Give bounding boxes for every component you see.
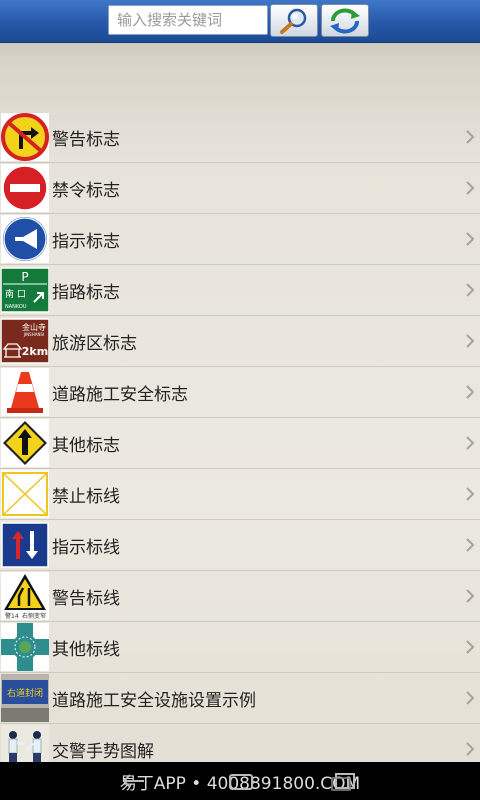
chevron-right-icon	[466, 691, 475, 705]
horn-sign-icon	[1, 215, 49, 263]
chevron-right-icon	[466, 181, 475, 195]
list-item-guide-signs[interactable]: P 南 口 NANKOU 指路标志	[0, 265, 480, 316]
search-input[interactable]	[108, 5, 268, 35]
two-way-arrows-sign-icon	[1, 521, 49, 569]
chevron-right-icon	[466, 436, 475, 450]
roadwork-board-icon: 右道封闭	[1, 674, 49, 722]
lane-merge-warning-icon: 警14 右侧变窄	[1, 572, 49, 620]
refresh-icon	[330, 8, 360, 33]
svg-text:P: P	[21, 270, 28, 284]
home-nav-icon[interactable]	[224, 770, 258, 792]
roundabout-marking-icon	[1, 623, 49, 671]
list-item-indication-markings[interactable]: 指示标线	[0, 520, 480, 571]
list-item-tourist-signs[interactable]: 金山寺 JINSHANSI 2km 旅游区标志	[0, 316, 480, 367]
list-item-label: 旅游区标志	[52, 333, 137, 354]
chevron-right-icon	[466, 283, 475, 297]
list-item-label: 警告标志	[52, 129, 120, 150]
diamond-arrow-sign-icon	[1, 419, 49, 467]
list-item-other-markings[interactable]: 其他标线	[0, 622, 480, 673]
chevron-right-icon	[466, 334, 475, 348]
chevron-right-icon	[466, 589, 475, 603]
chevron-right-icon	[466, 640, 475, 654]
category-list: 警告标志 禁令标志 指示标志 P 南 口 NANKOU 指路标志 金山寺 JIN…	[0, 112, 480, 775]
svg-text:金山寺: 金山寺	[22, 322, 46, 332]
list-item-label: 禁止标线	[52, 486, 120, 507]
chevron-right-icon	[466, 385, 475, 399]
list-item-label: 指示标线	[52, 537, 120, 558]
tourist-sign-icon: 金山寺 JINSHANSI 2km	[1, 317, 49, 365]
traffic-cone-icon	[1, 368, 49, 416]
svg-text:南 口: 南 口	[5, 288, 26, 300]
list-item-prohibition-markings[interactable]: 禁止标线	[0, 469, 480, 520]
svg-text:右侧变窄: 右侧变窄	[22, 612, 46, 620]
list-item-mandatory-signs[interactable]: 指示标志	[0, 214, 480, 265]
chevron-right-icon	[466, 130, 475, 144]
yellow-cross-marking-icon	[1, 470, 49, 518]
chevron-right-icon	[466, 742, 475, 756]
list-item-label: 禁令标志	[52, 180, 120, 201]
guide-sign-icon: P 南 口 NANKOU	[1, 266, 49, 314]
svg-text:JINSHANSI: JINSHANSI	[23, 332, 44, 337]
list-item-label: 指示标志	[52, 231, 120, 252]
list-item-roadwork-examples[interactable]: 右道封闭 道路施工安全设施设置示例	[0, 673, 480, 724]
list-item-label: 指路标志	[52, 282, 120, 303]
list-item-warning-markings[interactable]: 警14 右侧变窄 警告标线	[0, 571, 480, 622]
list-item-label: 交警手势图解	[52, 741, 154, 762]
list-item-construction-signs[interactable]: 道路施工安全标志	[0, 367, 480, 418]
list-item-label: 其他标志	[52, 435, 120, 456]
list-item-label: 道路施工安全标志	[52, 384, 188, 405]
no-entry-sign-icon	[1, 164, 49, 212]
recent-apps-nav-icon[interactable]	[328, 770, 362, 792]
chevron-right-icon	[466, 538, 475, 552]
warning-sign-icon	[1, 113, 49, 161]
chevron-right-icon	[466, 487, 475, 501]
back-nav-icon[interactable]	[118, 770, 152, 792]
svg-text:警14: 警14	[5, 612, 19, 620]
list-item-warning-signs[interactable]: 警告标志	[0, 112, 480, 163]
top-bar	[0, 0, 480, 43]
svg-text:右道封闭: 右道封闭	[7, 687, 43, 699]
svg-text:2km: 2km	[22, 345, 48, 358]
chevron-right-icon	[466, 232, 475, 246]
search-button[interactable]	[270, 4, 318, 37]
list-item-label: 道路施工安全设施设置示例	[52, 690, 256, 711]
list-item-label: 警告标线	[52, 588, 120, 609]
list-item-other-signs[interactable]: 其他标志	[0, 418, 480, 469]
magnifier-icon	[280, 8, 307, 34]
svg-text:NANKOU: NANKOU	[5, 304, 27, 310]
list-item-label: 其他标线	[52, 639, 120, 660]
list-item-prohibitory-signs[interactable]: 禁令标志	[0, 163, 480, 214]
refresh-button[interactable]	[321, 4, 369, 37]
